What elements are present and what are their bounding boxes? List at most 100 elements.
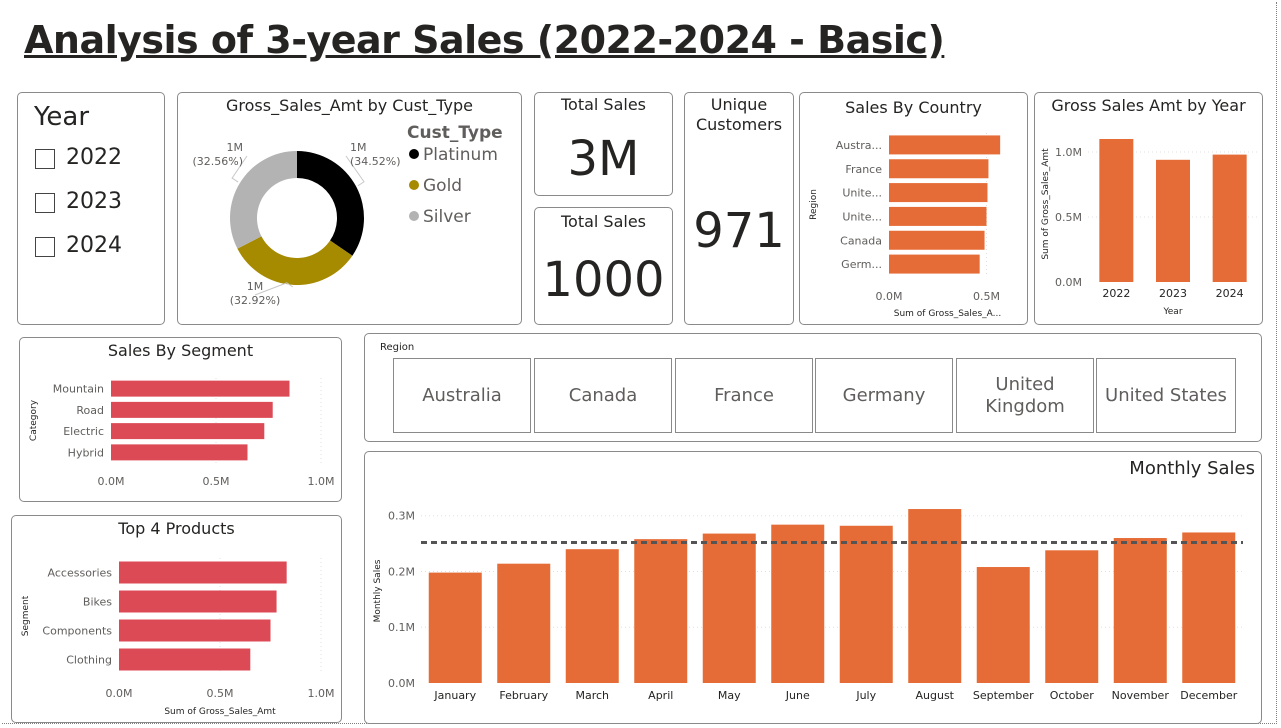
year-slicer-title: Year [34, 102, 90, 132]
slice-percent-label: (34.52%) [350, 155, 401, 168]
unique-customers-value: 971 [693, 203, 785, 259]
category-label: Unite... [842, 210, 882, 223]
total-sales-count-label: Total Sales [560, 212, 647, 231]
bar [119, 648, 251, 671]
category-label: Bikes [83, 596, 112, 609]
segment-chart-card: Sales By Segment 0.0M 0.5M 1.0M Mountain Roa… [19, 337, 342, 502]
x-tick-label: January [433, 689, 476, 702]
bar [497, 563, 551, 683]
bar [634, 539, 688, 683]
total-sales-card: Total Sales 3M [534, 92, 673, 196]
total-sales-value: 3M [567, 131, 640, 187]
bar [889, 135, 1001, 155]
x-tick-label: 0.0M [98, 475, 125, 488]
category-label: Clothing [66, 654, 112, 667]
bar [111, 423, 265, 440]
monthly-chart-card: Monthly Sales 0.0M 0.1M 0.2M 0.3M January Feb… [364, 451, 1262, 724]
products-bar-chart: 0.0M 0.5M 1.0M Accessories Bikes Components Cl… [21, 558, 335, 717]
cust-type-donut-chart: 1M(34.52%)1M(32.92%)1M(32.56%)Cust_TypeP… [192, 123, 503, 307]
bar [1182, 532, 1236, 683]
region-tile-france[interactable]: France [675, 358, 813, 433]
bar [119, 590, 277, 613]
bar [889, 159, 989, 179]
region-tile-australia[interactable]: Australia [393, 358, 531, 433]
segment-bar-chart: 0.0M 0.5M 1.0M Mountain Road Electric Hybrid Ca… [29, 378, 335, 488]
region-slicer-title: Region [380, 342, 415, 353]
x-tick-label: 2023 [1159, 287, 1187, 300]
monthly-bar-chart: 0.0M 0.1M 0.2M 0.3M January February March Apri… [373, 509, 1243, 702]
unique-customers-card: Unique Customers 971 [684, 92, 794, 325]
year-bar-chart: 0.0M 0.5M 1.0M 2022 2023 2024 Sum of Gross_Sal… [1041, 139, 1258, 317]
x-tick-label: October [1050, 689, 1094, 702]
y-axis-title: Segment [21, 595, 31, 636]
x-tick-label: March [575, 689, 609, 702]
y-axis-title: Sum of Gross_Sales_Amt [1041, 148, 1051, 260]
x-axis-title: Sum of Gross_Sales_A... [894, 309, 1001, 319]
products-chart-card: Top 4 Products 0.0M 0.5M 1.0M Accessories Bi… [11, 515, 342, 723]
bar [1099, 139, 1134, 282]
region-tile-united-states[interactable]: United States [1096, 358, 1236, 433]
bar [889, 183, 988, 203]
category-label: France [845, 163, 882, 176]
year-checkbox-2024[interactable] [35, 237, 55, 257]
bar [1045, 550, 1099, 683]
x-tick-label: 0.5M [203, 475, 230, 488]
total-sales-label: Total Sales [560, 95, 647, 114]
year-checkbox-2022[interactable] [35, 149, 55, 169]
category-label: Road [76, 404, 104, 417]
region-tile-germany[interactable]: Germany [815, 358, 953, 433]
x-tick-label: 1.0M [308, 687, 335, 700]
slice-value-label: 1M [227, 141, 244, 154]
x-tick-label: 0.5M [207, 687, 234, 700]
cust-type-chart-card: Gross_Sales_Amt by Cust_Type 1M (34.52%) 1… [177, 92, 522, 325]
y-tick-label: 0.0M [388, 677, 415, 690]
legend-marker [409, 211, 419, 221]
year-option-label[interactable]: 2022 [66, 145, 122, 170]
y-tick-label: 0.3M [388, 510, 415, 523]
slice-value-label: 1M [247, 280, 264, 293]
bar [565, 549, 619, 683]
legend-title: Cust_Type [407, 123, 503, 143]
y-axis-title: Region [809, 189, 819, 220]
year-checkbox-2023[interactable] [35, 193, 55, 213]
bar [111, 401, 273, 418]
bar [771, 524, 825, 683]
bar [119, 619, 271, 642]
region-tile-canada[interactable]: Canada [534, 358, 672, 433]
x-tick-label: 0.0M [106, 687, 133, 700]
bar [889, 230, 985, 250]
y-tick-label: 0.2M [388, 565, 415, 578]
bar [111, 380, 290, 397]
legend-label: Platinum [423, 145, 498, 165]
year-option-label[interactable]: 2023 [66, 189, 122, 214]
category-label: Components [42, 625, 112, 638]
category-label: Unite... [842, 187, 882, 200]
bar [1113, 538, 1167, 683]
x-tick-label: 0.0M [876, 290, 903, 303]
total-sales-count-card: Total Sales 1000 [534, 207, 673, 325]
x-tick-label: 1.0M [308, 475, 335, 488]
x-axis-title: Year [1162, 307, 1182, 317]
legend-marker [409, 180, 419, 190]
legend-label: Gold [423, 176, 462, 196]
legend-label: Silver [423, 207, 471, 227]
category-label: Germ... [841, 258, 882, 271]
x-axis-title: Sum of Gross_Sales_Amt [164, 707, 276, 717]
x-tick-label: April [648, 689, 673, 702]
x-tick-label: May [718, 689, 741, 702]
slice-value-label: 1M [350, 141, 367, 154]
bar [908, 509, 962, 683]
bar [976, 567, 1030, 683]
category-label: Hybrid [68, 446, 104, 459]
region-slicer: Region Australia Canada France Germany U… [364, 333, 1262, 442]
x-tick-label: September [973, 689, 1034, 702]
slice-percent-label: (32.56%) [192, 155, 243, 168]
bar [1212, 154, 1247, 282]
bar [111, 444, 248, 461]
year-option-label[interactable]: 2024 [66, 233, 122, 258]
category-label: Austra... [836, 139, 882, 152]
total-sales-count-value: 1000 [542, 252, 665, 308]
report-title: Analysis of 3-year Sales (2022-2024 - Ba… [24, 18, 945, 62]
region-tile-united-kingdom[interactable]: United Kingdom [956, 358, 1094, 433]
legend-marker [409, 149, 419, 159]
